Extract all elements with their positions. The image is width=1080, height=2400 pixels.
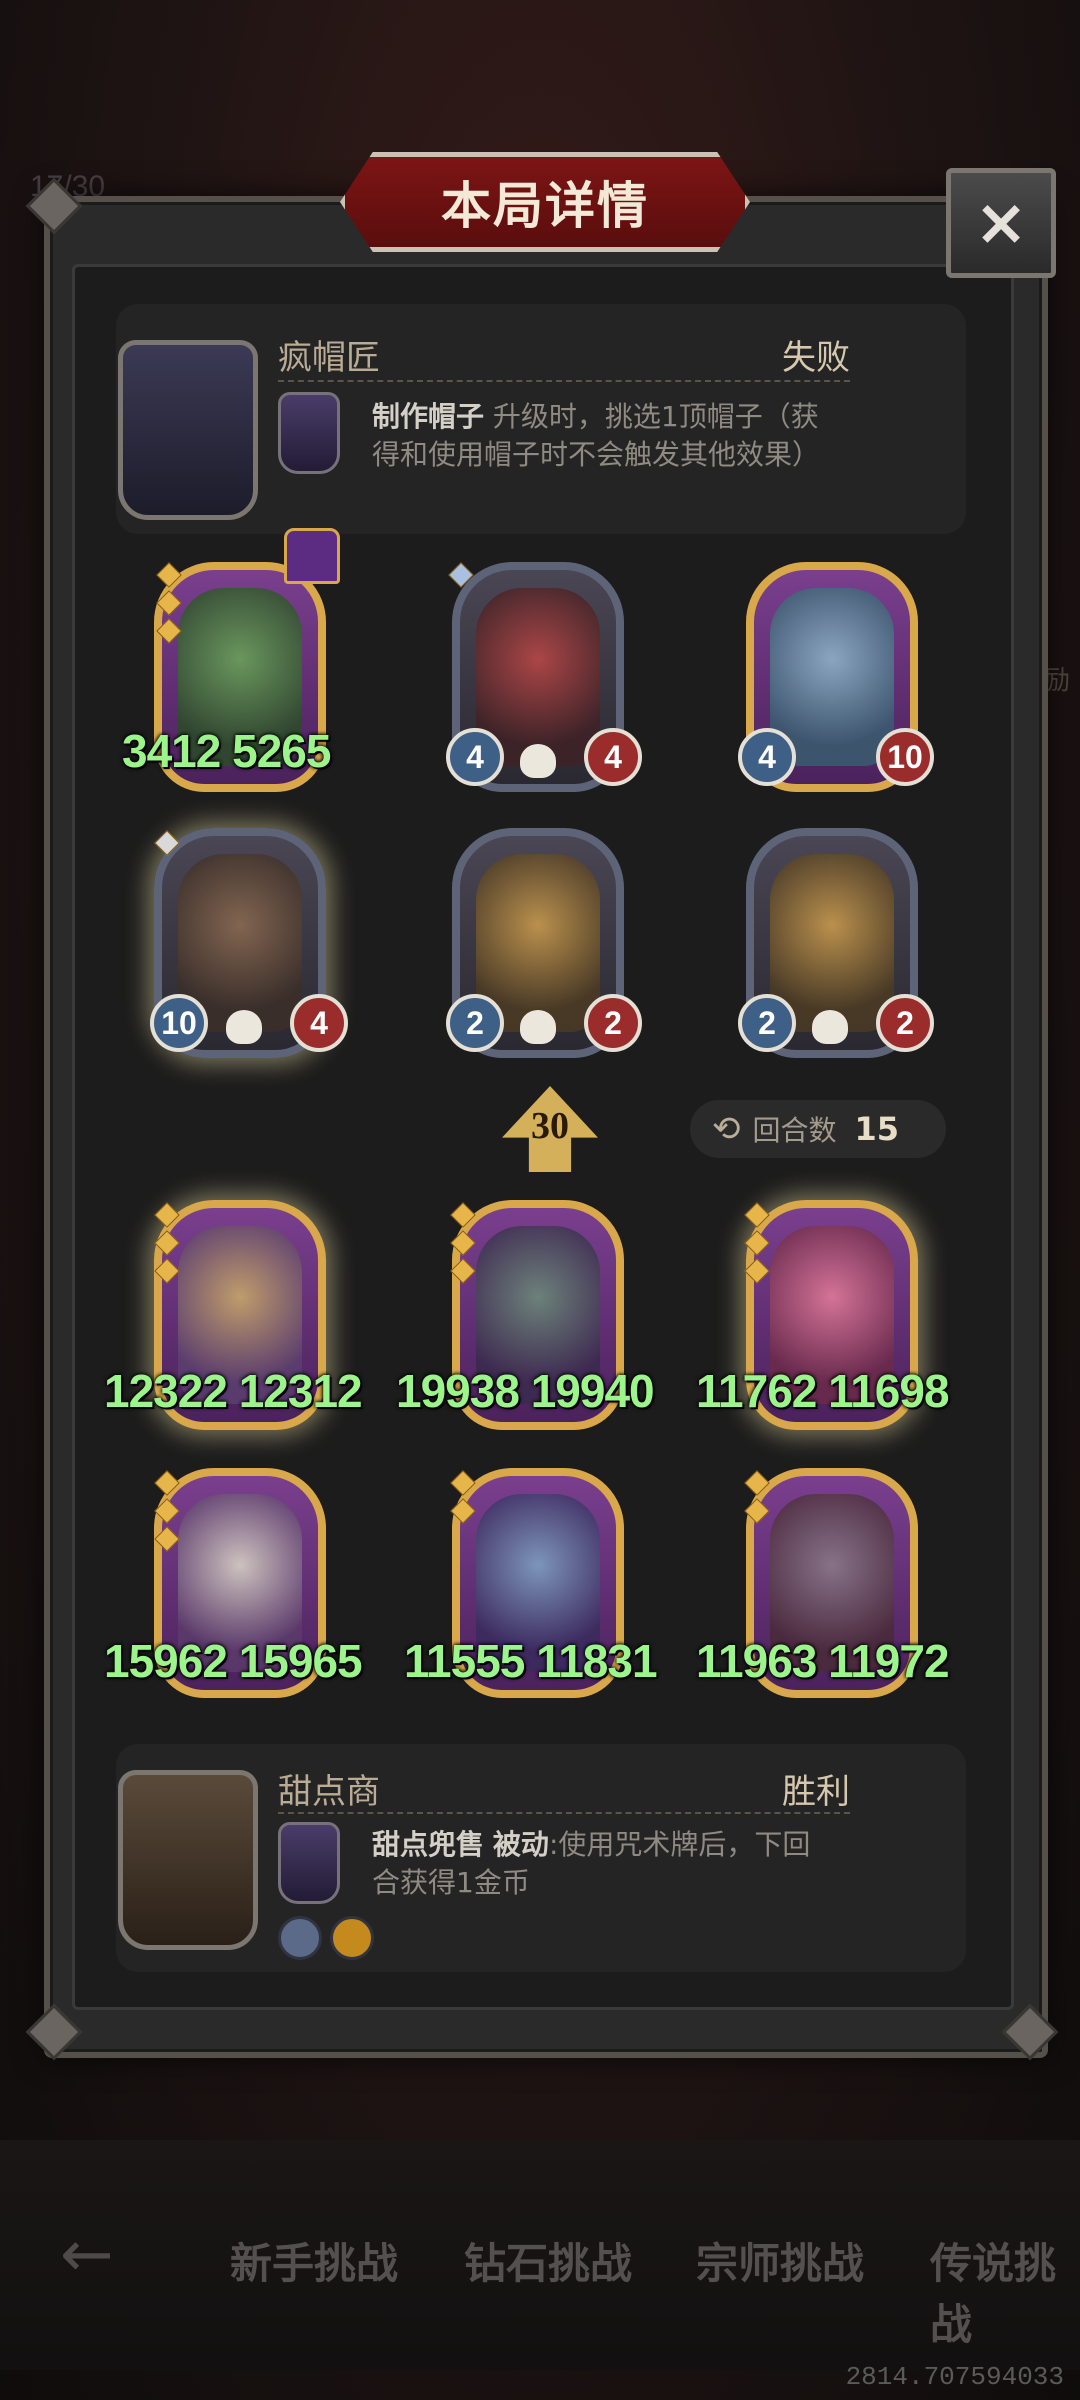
skill-desc-line2: 得和使用帽子时不会触发其他效果）: [372, 438, 821, 471]
star-icon: [156, 590, 182, 616]
attack-stat: 2: [446, 994, 504, 1052]
star-icon: [154, 1526, 180, 1552]
opponent-avatar[interactable]: [118, 340, 258, 520]
health-stat: 2: [876, 994, 934, 1052]
star-rank: [156, 562, 182, 650]
tab-diamond-challenge[interactable]: 钻石挑战: [464, 2230, 632, 2291]
back-arrow-icon[interactable]: ←: [60, 2220, 150, 2290]
star-icon: [448, 562, 474, 588]
skill-passive-tag: 被动: [492, 1828, 549, 1861]
skill-desc-line1: 升级时，挑选1顶帽子（获: [492, 400, 819, 433]
crossed-swords-icon[interactable]: [278, 1916, 322, 1960]
skull-icon: [226, 1010, 262, 1044]
opponent-result: 失败: [782, 338, 850, 378]
skill-name: 制作帽子: [372, 400, 485, 433]
star-rank: [450, 1470, 476, 1530]
skull-icon: [520, 1010, 556, 1044]
stat-overlay: 12322 12312: [104, 1365, 363, 1417]
attack-stat: 4: [738, 728, 796, 786]
tab-beginner-challenge[interactable]: 新手挑战: [230, 2230, 398, 2291]
skull-icon: [812, 1010, 848, 1044]
turn-counter: ⟲ 回合数 15: [690, 1100, 946, 1158]
turn-value: 15: [854, 1110, 900, 1148]
stat-overlay: 3412 5265: [122, 725, 331, 777]
star-icon: [744, 1470, 770, 1496]
health-stat: 4: [290, 994, 348, 1052]
star-icon: [154, 1470, 180, 1496]
star-icon: [450, 1470, 476, 1496]
star-icon: [154, 1498, 180, 1524]
star-icon: [154, 1258, 180, 1284]
skull-icon: [520, 744, 556, 778]
player-avatar[interactable]: [118, 1770, 258, 1950]
stat-overlay: 11555 11831: [404, 1635, 658, 1687]
tab-legend-challenge[interactable]: 传说挑战: [930, 2230, 1080, 2352]
star-icon: [744, 1202, 770, 1228]
coordinates-readout: 2814.707594033: [845, 2362, 1064, 2392]
star-icon: [156, 562, 182, 588]
star-icon: [450, 1230, 476, 1256]
divider: [278, 1812, 850, 1814]
modal-title: 本局详情: [441, 177, 649, 235]
title-plate: 本局详情: [340, 152, 750, 252]
stat-overlay: 19938 19940: [396, 1365, 655, 1417]
tab-master-challenge[interactable]: 宗师挑战: [696, 2230, 864, 2291]
star-icon: [450, 1498, 476, 1524]
star-rank: [744, 1470, 770, 1530]
turn-label: 回合数: [752, 1114, 837, 1147]
tavern-level: 30: [531, 1105, 569, 1147]
star-rank: [154, 1470, 180, 1558]
star-icon: [154, 830, 180, 856]
star-icon: [154, 1230, 180, 1256]
star-rank: [154, 1202, 180, 1290]
star-rank: [450, 1202, 476, 1290]
player-result: 胜利: [782, 1772, 850, 1812]
attack-stat: 2: [738, 994, 796, 1052]
star-icon: [156, 618, 182, 644]
close-button[interactable]: ×: [946, 168, 1056, 278]
attack-stat: 4: [446, 728, 504, 786]
star-icon: [744, 1230, 770, 1256]
hero-skill-icon[interactable]: [278, 1822, 340, 1904]
stat-overlay: 15962 15965: [104, 1635, 363, 1687]
skill-desc-line2: 合获得1金币: [372, 1866, 530, 1899]
star-rank: [744, 1202, 770, 1290]
hero-skill-icon[interactable]: [278, 392, 340, 474]
player-name: 甜点商: [278, 1772, 380, 1812]
skill-name: 甜点兜售: [372, 1828, 485, 1861]
star-rank: [154, 830, 180, 862]
refresh-icon: ⟲: [712, 1109, 741, 1149]
skill-desc-line1: :使用咒术牌后，下回: [548, 1828, 811, 1861]
close-icon: ×: [974, 186, 1028, 260]
opponent-name: 疯帽匠: [278, 338, 380, 378]
player-skill-description: 甜点兜售 被动:使用咒术牌后，下回 合获得1金币: [372, 1826, 852, 1902]
star-icon: [154, 1202, 180, 1228]
gold-coin-icon[interactable]: [330, 1916, 374, 1960]
divider: [278, 380, 850, 382]
star-icon: [450, 1258, 476, 1284]
health-stat: 4: [584, 728, 642, 786]
star-icon: [744, 1498, 770, 1524]
star-rank: [448, 562, 474, 594]
hat-icon: [284, 528, 340, 584]
stat-overlay: 11963 11972: [696, 1635, 950, 1687]
star-icon: [744, 1258, 770, 1284]
health-stat: 10: [876, 728, 934, 786]
attack-stat: 10: [150, 994, 208, 1052]
health-stat: 2: [584, 994, 642, 1052]
star-icon: [450, 1202, 476, 1228]
stat-overlay: 11762 11698: [696, 1365, 950, 1417]
opponent-skill-description: 制作帽子 升级时，挑选1顶帽子（获 得和使用帽子时不会触发其他效果）: [372, 398, 852, 474]
